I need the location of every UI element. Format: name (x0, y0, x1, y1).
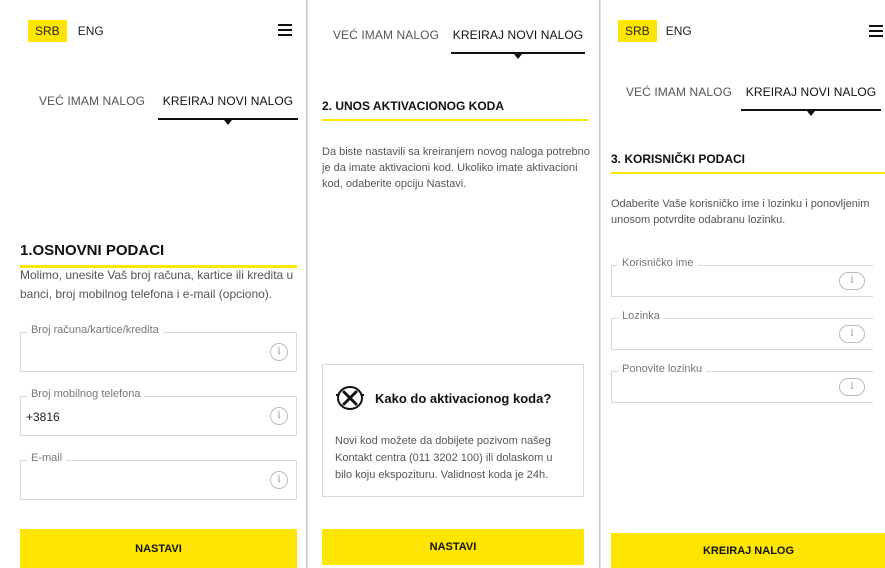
hamburger-menu-icon[interactable] (278, 24, 292, 36)
help-title: Kako do aktivacionog koda? (375, 390, 552, 406)
title-underline (611, 172, 885, 174)
lang-eng-button[interactable]: ENG (659, 20, 699, 42)
section-title: 3. KORISNIČKI PODACI (611, 152, 746, 166)
confirm-password-input[interactable]: Ponovite lozinku i (611, 363, 873, 403)
info-icon[interactable]: i (270, 343, 288, 361)
help-header: Kako do aktivacionog koda? (335, 385, 551, 411)
info-icon[interactable]: i (839, 325, 865, 343)
help-text: Novi kod možete da dobijete pozivom naše… (335, 435, 553, 481)
section-description: Da biste nastavili sa kreiranjem novog n… (322, 146, 590, 190)
tab-create-account[interactable]: KREIRAJ NOVI NALOG (158, 94, 298, 125)
continue-button[interactable]: NASTAVI (20, 529, 297, 568)
field-label: Broj računa/kartice/kredita (27, 324, 163, 336)
language-switcher: SRB ENG (28, 20, 111, 42)
continue-button[interactable]: NASTAVI (322, 529, 584, 565)
screen-user-data: SRB ENG VEĆ IMAM NALOG KREIRAJ NOVI NALO… (600, 0, 885, 568)
tools-icon (336, 386, 364, 410)
section-description: Odaberite Vaše korisničko ime i lozinku … (611, 198, 870, 226)
create-account-button[interactable]: KREIRAJ NALOG (611, 533, 885, 568)
language-switcher: SRB ENG (618, 20, 699, 42)
email-input[interactable]: E-mail i (20, 452, 297, 500)
account-number-input[interactable]: Broj računa/kartice/kredita i (20, 324, 297, 372)
account-tabs: VEĆ IMAM NALOG KREIRAJ NOVI NALOG (617, 85, 881, 116)
field-label: Lozinka (618, 310, 664, 322)
tab-create-account[interactable]: KREIRAJ NOVI NALOG (741, 85, 881, 116)
section-title: 1.OSNOVNI PODACI (20, 242, 165, 259)
password-input[interactable]: Lozinka i (611, 310, 873, 350)
section-description: Molimo, unesite Vaš broj računa, kartice… (20, 268, 294, 301)
tab-existing-account[interactable]: VEĆ IMAM NALOG (26, 94, 158, 120)
tab-existing-account[interactable]: VEĆ IMAM NALOG (321, 28, 451, 54)
tab-create-account[interactable]: KREIRAJ NOVI NALOG (451, 28, 585, 59)
lang-eng-button[interactable]: ENG (71, 20, 111, 42)
account-tabs: VEĆ IMAM NALOG KREIRAJ NOVI NALOG (26, 94, 298, 125)
mobile-phone-input[interactable]: Broj mobilnog telefona +3816 i (20, 388, 297, 436)
section-title: 2. UNOS AKTIVACIONOG KODA (322, 99, 505, 113)
field-value: +3816 (26, 410, 60, 424)
field-label: Broj mobilnog telefona (27, 388, 145, 400)
info-icon[interactable]: i (839, 272, 865, 290)
title-underline (322, 119, 588, 121)
username-input[interactable]: Korisničko ime i (611, 257, 873, 297)
lang-srb-button[interactable]: SRB (618, 20, 657, 42)
field-label: Korisničko ime (618, 257, 698, 269)
field-label: E-mail (27, 452, 67, 464)
account-tabs: VEĆ IMAM NALOG KREIRAJ NOVI NALOG (321, 28, 585, 59)
hamburger-menu-icon[interactable] (869, 25, 883, 37)
screen-activation-code: VEĆ IMAM NALOG KREIRAJ NOVI NALOG 2. UNO… (307, 0, 600, 568)
info-icon[interactable]: i (839, 378, 865, 396)
lang-srb-button[interactable]: SRB (28, 20, 67, 42)
info-icon[interactable]: i (270, 471, 288, 489)
screen-basic-data: SRB ENG VEĆ IMAM NALOG KREIRAJ NOVI NALO… (0, 0, 307, 568)
field-label: Ponovite lozinku (618, 363, 707, 375)
activation-help-box: Kako do aktivacionog koda? Novi kod može… (322, 364, 584, 497)
tab-existing-account[interactable]: VEĆ IMAM NALOG (617, 85, 741, 111)
info-icon[interactable]: i (270, 407, 288, 425)
